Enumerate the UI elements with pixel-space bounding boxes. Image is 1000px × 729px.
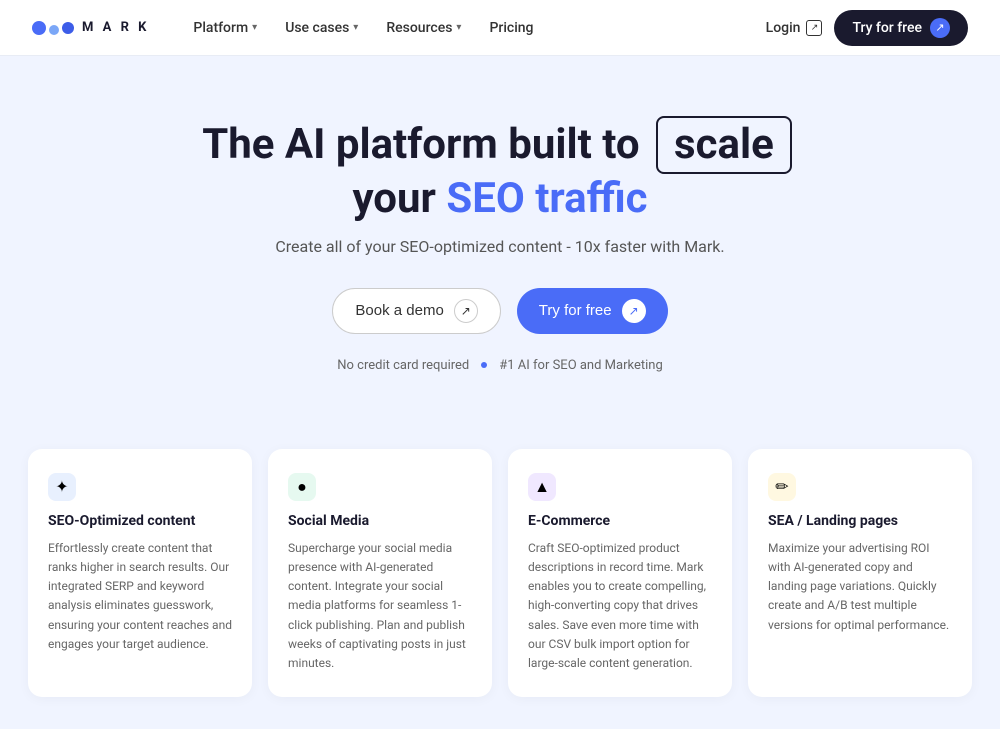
hero-subtext: Create all of your SEO-optimized content…: [20, 237, 980, 256]
card-description: Effortlessly create content that ranks h…: [48, 539, 232, 654]
feature-card: ✏ SEA / Landing pages Maximize your adve…: [748, 449, 972, 697]
logo-text: M A R K: [82, 20, 149, 35]
card-description: Craft SEO-optimized product descriptions…: [528, 539, 712, 673]
nav-resources[interactable]: Resources ▾: [374, 14, 473, 42]
card-title: E-Commerce: [528, 513, 712, 529]
arrow-icon: ↗: [930, 18, 950, 38]
feature-card: ▲ E-Commerce Craft SEO-optimized product…: [508, 449, 732, 697]
nav-right: Login ↗ Try for free ↗: [766, 10, 968, 46]
trust-separator: [481, 362, 487, 368]
card-title: SEO-Optimized content: [48, 513, 232, 529]
hero-buttons: Book a demo ↗ Try for free ↗: [20, 288, 980, 334]
logo-mark: [32, 21, 74, 35]
card-description: Maximize your advertising ROI with AI-ge…: [768, 539, 952, 635]
scale-badge: scale: [656, 116, 792, 174]
chevron-down-icon: ▾: [456, 22, 461, 33]
nav-pricing[interactable]: Pricing: [477, 14, 545, 42]
card-icon-1: ●: [288, 473, 316, 501]
logo-dot-1: [32, 21, 46, 35]
logo-dot-3: [62, 22, 74, 34]
chevron-down-icon: ▾: [252, 22, 257, 33]
seo-text: SEO traffic: [446, 174, 647, 223]
card-icon-2: ▲: [528, 473, 556, 501]
login-button[interactable]: Login ↗: [766, 20, 823, 36]
card-title: Social Media: [288, 513, 472, 529]
book-demo-button[interactable]: Book a demo ↗: [332, 288, 500, 334]
try-free-nav-button[interactable]: Try for free ↗: [834, 10, 968, 46]
nav-links: Platform ▾ Use cases ▾ Resources ▾ Prici…: [181, 14, 765, 42]
feature-card: ● Social Media Supercharge your social m…: [268, 449, 492, 697]
trust-bar: No credit card required #1 AI for SEO an…: [20, 358, 980, 373]
navbar: M A R K Platform ▾ Use cases ▾ Resources…: [0, 0, 1000, 56]
card-icon-3: ✏: [768, 473, 796, 501]
arrow-icon: ↗: [622, 299, 646, 323]
hero-headline: The AI platform built to scale your SEO …: [20, 116, 980, 225]
nav-platform[interactable]: Platform ▾: [181, 14, 269, 42]
external-link-icon: ↗: [806, 20, 822, 36]
try-free-hero-button[interactable]: Try for free ↗: [517, 288, 668, 334]
chevron-down-icon: ▾: [353, 22, 358, 33]
hero-section: The AI platform built to scale your SEO …: [0, 56, 1000, 449]
logo-dot-2: [49, 25, 59, 35]
arrow-icon: ↗: [454, 299, 478, 323]
feature-cards: ✦ SEO-Optimized content Effortlessly cre…: [0, 449, 1000, 729]
nav-use-cases[interactable]: Use cases ▾: [273, 14, 370, 42]
card-icon-0: ✦: [48, 473, 76, 501]
logo[interactable]: M A R K: [32, 20, 149, 35]
card-title: SEA / Landing pages: [768, 513, 952, 529]
feature-card: ✦ SEO-Optimized content Effortlessly cre…: [28, 449, 252, 697]
card-description: Supercharge your social media presence w…: [288, 539, 472, 673]
